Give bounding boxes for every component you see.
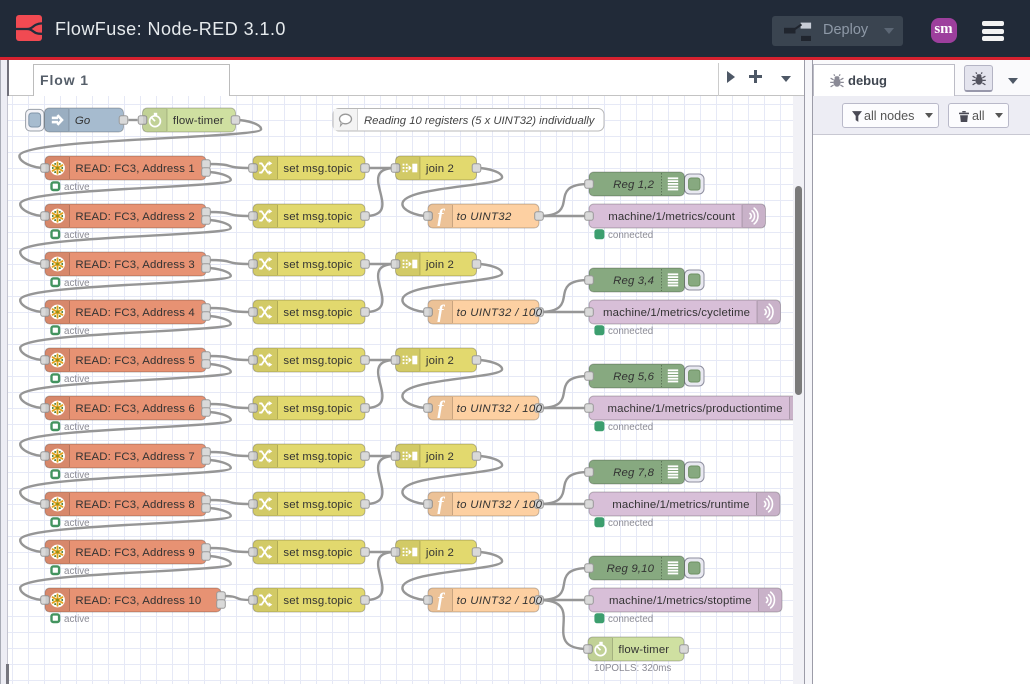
svg-text:set msg.topic: set msg.topic: [283, 403, 352, 415]
svg-text:set msg.topic: set msg.topic: [283, 259, 352, 271]
svg-text:join 2: join 2: [425, 163, 454, 175]
svg-text:to UINT32 / 100: to UINT32 / 100: [457, 307, 543, 319]
svg-text:set msg.topic: set msg.topic: [283, 595, 352, 607]
svg-text:READ: FC3, Address 8: READ: FC3, Address 8: [75, 499, 194, 511]
svg-text:READ: FC3, Address 7: READ: FC3, Address 7: [75, 451, 194, 463]
svg-text:connected: connected: [608, 614, 653, 625]
svg-text:set msg.topic: set msg.topic: [283, 499, 352, 511]
svg-text:join 2: join 2: [425, 355, 454, 367]
svg-text:machine/1/metrics/stoptime: machine/1/metrics/stoptime: [609, 595, 752, 607]
svg-text:Reg 3,4: Reg 3,4: [613, 275, 654, 287]
svg-text:Reg 9,10: Reg 9,10: [607, 563, 655, 575]
svg-text:machine/1/metrics/runtime: machine/1/metrics/runtime: [612, 499, 749, 511]
svg-text:READ: FC3, Address 4: READ: FC3, Address 4: [75, 307, 194, 319]
svg-text:active: active: [64, 374, 90, 385]
svg-text:active: active: [64, 230, 90, 241]
svg-text:READ: FC3, Address 6: READ: FC3, Address 6: [75, 403, 194, 415]
svg-text:READ: FC3, Address 10: READ: FC3, Address 10: [75, 595, 201, 607]
svg-text:active: active: [64, 470, 90, 481]
svg-text:flow-timer: flow-timer: [618, 644, 669, 656]
svg-text:set msg.topic: set msg.topic: [283, 307, 352, 319]
svg-text:machine/1/metrics/count: machine/1/metrics/count: [608, 211, 736, 223]
svg-text:set msg.topic: set msg.topic: [283, 547, 352, 559]
svg-text:Reg 7,8: Reg 7,8: [613, 467, 654, 479]
svg-text:connected: connected: [608, 518, 653, 529]
svg-text:set msg.topic: set msg.topic: [283, 355, 352, 367]
svg-text:connected: connected: [608, 230, 653, 241]
svg-text:active: active: [64, 182, 90, 193]
svg-text:10POLLS: 320ms: 10POLLS: 320ms: [594, 663, 671, 674]
svg-text:active: active: [64, 278, 90, 289]
svg-text:READ: FC3, Address 9: READ: FC3, Address 9: [75, 547, 194, 559]
svg-text:active: active: [64, 422, 90, 433]
svg-text:active: active: [64, 518, 90, 529]
svg-text:join 2: join 2: [425, 259, 454, 271]
svg-text:READ: FC3, Address 3: READ: FC3, Address 3: [75, 259, 194, 271]
svg-text:connected: connected: [608, 422, 653, 433]
svg-text:to UINT32 / 100: to UINT32 / 100: [457, 499, 543, 511]
svg-text:to UINT32: to UINT32: [457, 211, 512, 223]
svg-text:Go: Go: [75, 115, 91, 127]
svg-text:active: active: [64, 614, 90, 625]
svg-text:set msg.topic: set msg.topic: [283, 211, 352, 223]
svg-text:join 2: join 2: [425, 547, 454, 559]
svg-text:Reg 5,6: Reg 5,6: [613, 371, 654, 383]
svg-text:to UINT32 / 100: to UINT32 / 100: [457, 595, 543, 607]
svg-text:READ: FC3, Address 2: READ: FC3, Address 2: [75, 211, 194, 223]
svg-text:active: active: [64, 326, 90, 337]
svg-text:connected: connected: [608, 326, 653, 337]
svg-text:Reg 1,2: Reg 1,2: [613, 179, 654, 191]
svg-text:READ: FC3, Address 5: READ: FC3, Address 5: [75, 355, 194, 367]
svg-text:set msg.topic: set msg.topic: [283, 451, 352, 463]
svg-text:join 2: join 2: [425, 451, 454, 463]
svg-text:flow-timer: flow-timer: [173, 115, 224, 127]
svg-text:Reading 10 registers (5 x UINT: Reading 10 registers (5 x UINT32) indivi…: [364, 115, 596, 127]
svg-text:machine/1/metrics/productionti: machine/1/metrics/productiontime: [607, 403, 782, 415]
svg-text:to UINT32 / 100: to UINT32 / 100: [457, 403, 543, 415]
svg-text:READ: FC3, Address 1: READ: FC3, Address 1: [75, 163, 194, 175]
svg-text:active: active: [64, 566, 90, 577]
svg-text:set msg.topic: set msg.topic: [283, 163, 352, 175]
svg-text:machine/1/metrics/cycletime: machine/1/metrics/cycletime: [603, 307, 750, 319]
